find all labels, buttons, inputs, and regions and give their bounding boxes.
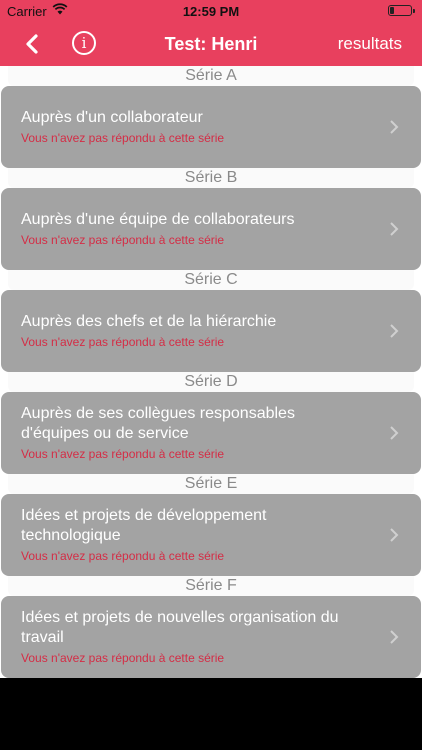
chevron-right-icon bbox=[390, 630, 399, 644]
series-card[interactable]: Auprès des chefs et de la hiérarchie Vous… bbox=[1, 290, 421, 372]
series-header: Série D bbox=[8, 372, 414, 392]
series-list: Série A Auprès d'un collaborateur Vous n'a… bbox=[0, 66, 422, 678]
series-status: Vous n'avez pas répondu à cette série bbox=[21, 335, 225, 349]
navigation-bar: i Test: Henri resultats bbox=[0, 22, 422, 66]
series-status: Vous n'avez pas répondu à cette série bbox=[21, 233, 225, 247]
chevron-right-icon bbox=[390, 120, 399, 134]
clock: 12:59 PM bbox=[182, 4, 240, 19]
series-header: Série A bbox=[8, 66, 414, 86]
status-bar: Carrier 12:59 PM bbox=[0, 0, 422, 22]
series-status: Vous n'avez pas répondu à cette série bbox=[21, 447, 225, 461]
series-header: Série F bbox=[8, 576, 414, 596]
series-title: Auprès de ses collègues responsables d'é… bbox=[21, 405, 295, 442]
series-title: Idées et projets de développement techno… bbox=[21, 507, 267, 544]
chevron-right-icon bbox=[390, 222, 399, 236]
series-status: Vous n'avez pas répondu à cette série bbox=[21, 651, 225, 665]
header-bar: Carrier 12:59 PM i Test: Henri resultats bbox=[0, 0, 422, 66]
series-card[interactable]: Auprès de ses collègues responsables d'é… bbox=[1, 392, 421, 474]
series-card[interactable]: Auprès d'un collaborateur Vous n'avez pas… bbox=[1, 86, 421, 168]
series-header: Série B bbox=[8, 168, 414, 188]
results-button[interactable]: resultats bbox=[338, 34, 402, 54]
series-status: Vous n'avez pas répondu à cette série bbox=[21, 549, 225, 563]
series-card[interactable]: Idées et projets de développement techno… bbox=[1, 494, 421, 576]
series-status: Vous n'avez pas répondu à cette série bbox=[21, 131, 225, 145]
series-title: Auprès d'une équipe de collaborateurs bbox=[21, 211, 295, 228]
series-card[interactable]: Auprès d'une équipe de collaborateurs Vou… bbox=[1, 188, 421, 270]
series-card[interactable]: Idées et projets de nouvelles organisati… bbox=[1, 596, 421, 678]
series-header: Série C bbox=[8, 270, 414, 290]
series-title: Auprès d'un collaborateur bbox=[21, 109, 203, 126]
series-title: Idées et projets de nouvelles organisati… bbox=[21, 609, 339, 646]
chevron-right-icon bbox=[390, 528, 399, 542]
battery-icon bbox=[388, 5, 415, 16]
series-header: Série E bbox=[8, 474, 414, 494]
chevron-right-icon bbox=[390, 426, 399, 440]
series-title: Auprès des chefs et de la hiérarchie bbox=[21, 313, 277, 330]
chevron-right-icon bbox=[390, 324, 399, 338]
